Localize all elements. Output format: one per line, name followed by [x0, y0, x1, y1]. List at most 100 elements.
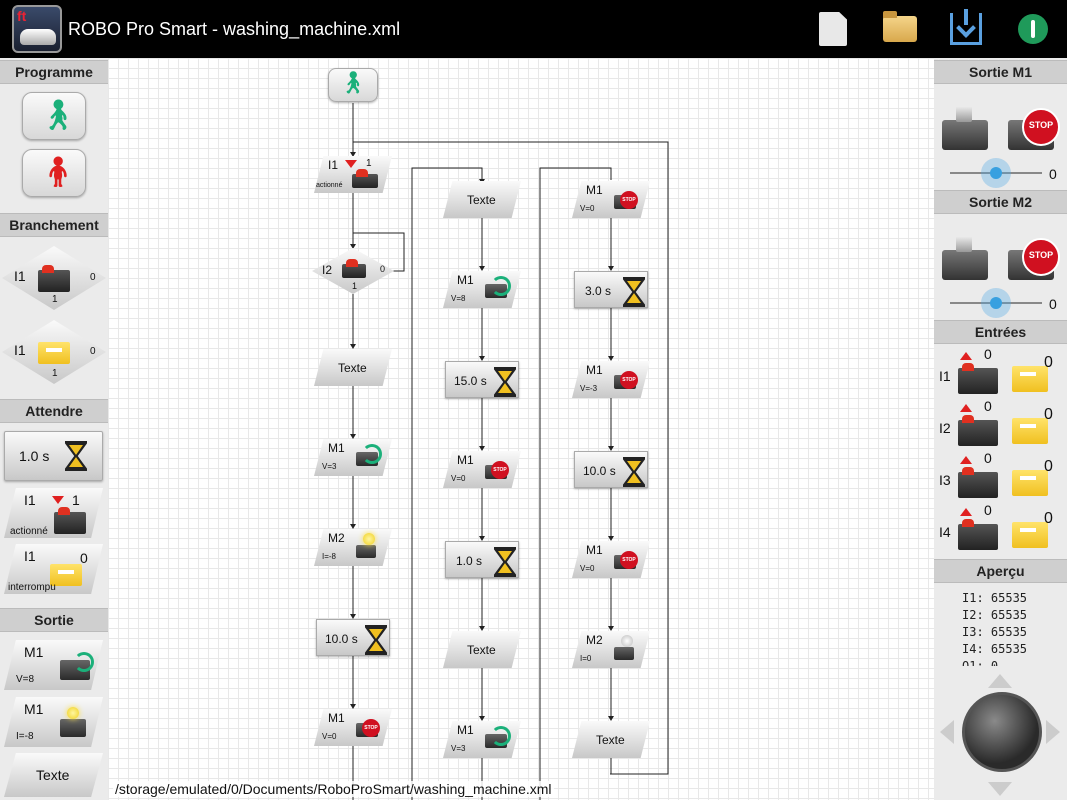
open-file-button[interactable] [880, 10, 920, 48]
joystick-up-icon[interactable] [988, 674, 1012, 688]
start-man-icon: 🚶︎ [339, 70, 367, 95]
switch-icon[interactable] [958, 415, 998, 446]
branch-input-label: I1 [14, 342, 26, 358]
input-label: I2 [939, 420, 951, 436]
flow-lamp-block[interactable]: M2 I=-8 [314, 529, 392, 566]
m2-slider-knob[interactable] [981, 288, 1011, 318]
branch-photo-block[interactable]: I1 0 1 [2, 320, 106, 384]
flow-motor-stop-block[interactable]: M1 V=0 [443, 451, 521, 488]
flow-text-block[interactable]: Texte [314, 349, 392, 386]
save-button[interactable] [946, 9, 986, 48]
flow-text-block[interactable]: Texte [443, 181, 521, 218]
node-yes-label: 0 [380, 264, 386, 274]
phototransistor-icon[interactable] [1012, 522, 1048, 548]
arrow-up-icon [960, 404, 972, 412]
wait-photo-block[interactable]: I1 0 interrompu [4, 544, 103, 594]
stop-icon [485, 461, 509, 479]
flow-motor-block[interactable]: M1 V=3 [443, 721, 521, 758]
stop-m1-icon[interactable] [1008, 108, 1060, 150]
output-name-label: M1 [328, 441, 345, 455]
output-caption: V=8 [16, 674, 35, 685]
output-name-label: M1 [586, 183, 603, 197]
wait-switch-block[interactable]: I1 1 actionné [4, 488, 103, 538]
phototransistor-icon[interactable] [1012, 470, 1048, 496]
open-folder-icon [883, 11, 917, 42]
flow-motor-block[interactable]: M1 V=3 [314, 439, 392, 476]
flow-motor-stop-block[interactable]: M1 V=0 [572, 541, 650, 578]
end-man-icon: 🧍︎ [39, 156, 78, 189]
wait-caption: interrompu [8, 582, 56, 593]
new-file-button[interactable] [813, 10, 853, 48]
end-block[interactable]: 🧍︎ [22, 149, 86, 197]
switch-value: 0 [984, 346, 992, 362]
flow-lamp-block[interactable]: M2 I=0 [572, 631, 650, 668]
preview-readout: I1: 65535 I2: 65535 I3: 65535 I4: 65535 … [962, 590, 1027, 666]
flow-branch-block[interactable]: I2 0 1 [312, 248, 394, 294]
flow-delay-block[interactable]: 10.0 s [574, 451, 648, 488]
apercu-header: Aperçu [934, 559, 1067, 583]
preview-line: O1: 0 [962, 659, 999, 666]
joystick-down-icon[interactable] [988, 782, 1012, 796]
motor-m1-icon[interactable] [942, 106, 988, 150]
flow-text-block[interactable]: Texte [443, 631, 521, 668]
flow-delay-block[interactable]: 10.0 s [316, 619, 390, 656]
switch-icon[interactable] [958, 467, 998, 498]
flow-motor-reverse-block[interactable]: M1 V=-3 [572, 361, 650, 398]
motor-icon [485, 276, 511, 298]
switch-value: 0 [984, 398, 992, 414]
text-block-label: Texte [467, 643, 496, 657]
output-name-label: M1 [328, 711, 345, 725]
output-motor-block[interactable]: M1 V=8 [4, 640, 103, 690]
flow-motor-block[interactable]: M1 V=8 [443, 271, 521, 308]
lamp-icon [356, 533, 376, 558]
flow-delay-block[interactable]: 3.0 s [574, 271, 648, 308]
flow-delay-block[interactable]: 1.0 s [445, 541, 519, 578]
switch-icon [352, 169, 378, 188]
hourglass-icon [494, 547, 512, 572]
motor-m2-icon[interactable] [942, 236, 988, 280]
output-name-label: M1 [24, 701, 44, 717]
hourglass-icon [494, 367, 512, 392]
hourglass-icon [65, 441, 87, 471]
arrow-up-icon [960, 456, 972, 464]
photo-value: 0 [1044, 510, 1053, 527]
flow-motor-stop-block[interactable]: M1 V=0 [572, 181, 650, 218]
node-input-label: I2 [322, 263, 333, 277]
switch-icon[interactable] [958, 519, 998, 550]
output-caption: V=0 [580, 204, 595, 213]
joystick-knob-icon[interactable] [962, 692, 1042, 772]
attendre-header: Attendre [0, 399, 108, 423]
output-caption: V=8 [451, 294, 466, 303]
start-block[interactable]: 🚶︎ [22, 92, 86, 140]
program-canvas[interactable]: 🚶︎ I1 1 actionné I2 0 1 Texte M1 V=3 M2 … [108, 58, 934, 800]
flow-start-block[interactable]: 🚶︎ [328, 68, 378, 102]
joystick-right-icon[interactable] [1046, 720, 1060, 744]
joystick-left-icon[interactable] [940, 720, 954, 744]
flow-wires [350, 103, 669, 800]
switch-icon[interactable] [958, 363, 998, 394]
output-caption: V=3 [451, 744, 466, 753]
sortie-header: Sortie [0, 608, 108, 632]
switch-value: 0 [984, 450, 992, 466]
flow-delay-block[interactable]: 15.0 s [445, 361, 519, 398]
switch-icon [38, 265, 70, 292]
output-caption: I=-8 [16, 731, 34, 742]
stop-m2-icon[interactable] [1008, 238, 1060, 280]
input-label: I1 [939, 368, 951, 384]
phototransistor-icon[interactable] [1012, 366, 1048, 392]
flow-text-block[interactable]: Texte [572, 721, 650, 758]
branch-switch-block[interactable]: I1 0 1 [2, 246, 106, 310]
text-block[interactable]: Texte [4, 753, 103, 797]
phototransistor-icon[interactable] [1012, 418, 1048, 444]
branchement-header: Branchement [0, 213, 108, 237]
text-block-label: Texte [467, 193, 496, 207]
arrow-down-icon [52, 496, 64, 504]
wait-time-block[interactable]: 1.0 s [4, 431, 103, 481]
flow-wait-input-block[interactable]: I1 1 actionné [314, 156, 392, 193]
m1-slider-knob[interactable] [981, 158, 1011, 188]
flow-motor-stop-block[interactable]: M1 V=0 [314, 709, 392, 746]
run-button[interactable] [1013, 10, 1053, 48]
preview-line: I1: 65535 [962, 591, 1028, 605]
element-palette: Programme 🚶︎ 🧍︎ Branchement I1 0 1 I1 0 … [0, 58, 108, 800]
output-lamp-block[interactable]: M1 I=-8 [4, 697, 103, 747]
